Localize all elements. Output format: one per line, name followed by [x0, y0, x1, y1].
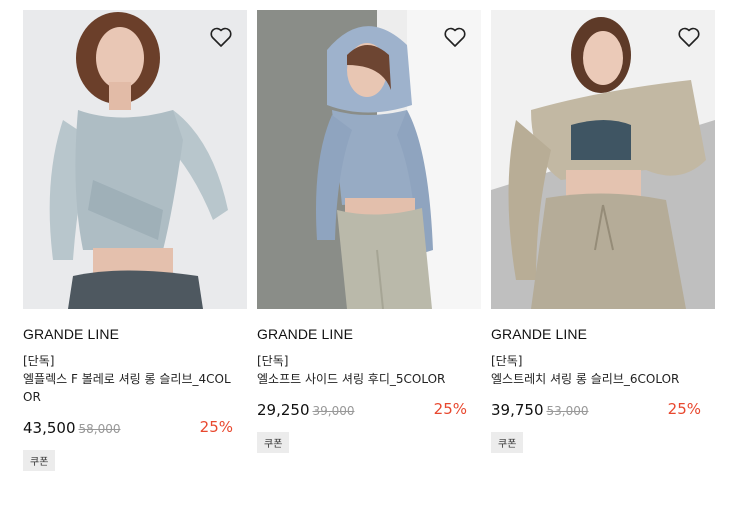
heart-outline-icon[interactable] — [677, 26, 701, 48]
heart-outline-icon[interactable] — [443, 26, 467, 48]
brand-name[interactable]: GRANDE LINE — [257, 326, 481, 342]
heart-outline-icon[interactable] — [209, 26, 233, 48]
coupon-badge: 쿠폰 — [23, 450, 56, 471]
exclusive-tag: [단독] — [23, 354, 55, 368]
original-price: 53,000 — [546, 404, 589, 418]
price-row: 39,750 53,000 25% — [491, 400, 715, 420]
product-card[interactable]: GRANDE LINE [단독] 엘스트레치 셔링 롱 슬리브_6COLOR 3… — [491, 10, 715, 471]
product-name[interactable]: 엘소프트 사이드 셔링 후디_5COLOR — [257, 370, 469, 388]
original-price: 39,000 — [312, 404, 355, 418]
sale-price: 43,500 — [23, 419, 76, 437]
brand-name[interactable]: GRANDE LINE — [491, 326, 715, 342]
exclusive-tag: [단독] — [491, 354, 523, 368]
product-grid: GRANDE LINE [단독] 엘플렉스 F 볼레로 셔링 롱 슬리브_4CO… — [23, 10, 715, 471]
product-card[interactable]: GRANDE LINE [단독] 엘소프트 사이드 셔링 후디_5COLOR 2… — [257, 10, 481, 471]
product-name[interactable]: 엘스트레치 셔링 롱 슬리브_6COLOR — [491, 370, 703, 388]
product-name[interactable]: 엘플렉스 F 볼레로 셔링 롱 슬리브_4COLOR — [23, 370, 235, 406]
product-photo — [23, 10, 247, 309]
price-row: 29,250 39,000 25% — [257, 400, 481, 420]
coupon-badge: 쿠폰 — [257, 432, 290, 453]
exclusive-tag: [단독] — [257, 354, 289, 368]
original-price: 58,000 — [78, 422, 121, 436]
discount-rate: 25% — [199, 418, 233, 436]
discount-rate: 25% — [433, 400, 467, 418]
product-card[interactable]: GRANDE LINE [단독] 엘플렉스 F 볼레로 셔링 롱 슬리브_4CO… — [23, 10, 247, 471]
product-image[interactable] — [491, 10, 715, 309]
sale-price: 39,750 — [491, 401, 544, 419]
discount-rate: 25% — [667, 400, 701, 418]
product-photo — [257, 10, 481, 309]
product-photo — [491, 10, 715, 309]
product-image[interactable] — [23, 10, 247, 309]
price-row: 43,500 58,000 25% — [23, 418, 247, 438]
coupon-badge: 쿠폰 — [491, 432, 524, 453]
brand-name[interactable]: GRANDE LINE — [23, 326, 247, 342]
product-image[interactable] — [257, 10, 481, 309]
sale-price: 29,250 — [257, 401, 310, 419]
